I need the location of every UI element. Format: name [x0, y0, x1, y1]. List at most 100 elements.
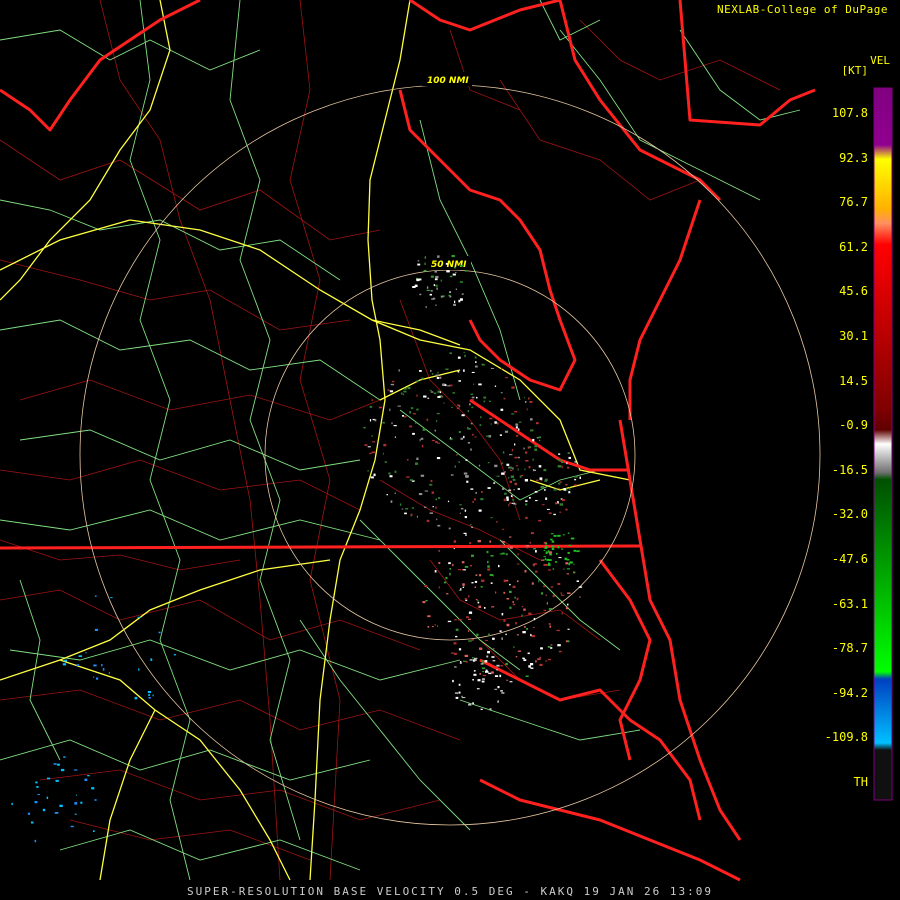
echo-pixel	[534, 445, 538, 448]
echo-pixel	[455, 288, 457, 290]
echo-pixel	[558, 650, 562, 653]
echo-pixel	[469, 524, 472, 526]
echo-pixel	[576, 580, 579, 582]
echo-pixel	[448, 527, 451, 530]
echo-pixel	[531, 635, 535, 638]
echo-pixel	[407, 459, 409, 461]
echo-pixel	[463, 351, 465, 353]
echo-pixel	[481, 491, 483, 493]
echo-pixel	[409, 411, 412, 414]
echo-pixel	[561, 548, 564, 550]
echo-pixel	[63, 756, 66, 758]
echo-pixel	[137, 616, 141, 618]
echo-pixel	[443, 581, 447, 584]
echo-pixel	[540, 647, 543, 650]
echo-pixel	[431, 491, 434, 494]
echo-pixel	[477, 601, 480, 604]
echo-pixel	[94, 628, 98, 631]
echo-pixel	[502, 541, 506, 543]
echo-pixel	[439, 376, 442, 379]
echo-pixel	[496, 664, 500, 667]
echo-pixel	[490, 582, 493, 584]
echo-pixel	[543, 469, 547, 472]
legend-tick: -47.6	[831, 552, 868, 566]
echo-pixel	[526, 628, 528, 630]
echo-pixel	[402, 415, 404, 417]
echo-pixel	[436, 287, 438, 290]
echo-pixel	[499, 434, 502, 436]
echo-pixel	[471, 639, 474, 641]
echo-pixel	[430, 391, 434, 393]
echo-pixel	[421, 377, 424, 380]
echo-pixel	[480, 498, 484, 501]
echo-pixel	[30, 821, 34, 824]
echo-pixel	[503, 498, 506, 502]
echo-pixel	[94, 799, 97, 801]
legend-tick: -63.1	[831, 596, 868, 611]
echo-pixel	[401, 508, 404, 510]
echo-pixel	[512, 603, 516, 606]
echo-pixel	[509, 590, 512, 593]
echo-pixel	[457, 569, 462, 571]
echo-pixel	[426, 418, 429, 421]
echo-pixel	[437, 390, 441, 393]
echo-pixel	[562, 534, 565, 536]
echo-pixel	[505, 633, 507, 636]
echo-pixel	[484, 639, 488, 641]
echo-pixel	[517, 428, 520, 431]
echo-pixel	[543, 563, 547, 566]
legend-tick: -16.5	[831, 462, 868, 477]
echo-pixel	[458, 431, 461, 433]
echo-pixel	[370, 476, 374, 479]
echo-pixel	[501, 367, 503, 370]
echo-pixel	[42, 808, 46, 812]
legend-tick: 92.3	[839, 150, 868, 165]
echo-pixel	[437, 255, 440, 258]
echo-pixel	[567, 592, 571, 594]
echo-pixel	[387, 389, 390, 391]
echo-pixel	[514, 596, 516, 599]
echo-pixel	[553, 535, 557, 537]
echo-pixel	[70, 825, 74, 828]
echo-pixel	[426, 519, 430, 522]
echo-pixel	[419, 293, 422, 296]
echo-pixel	[481, 363, 485, 366]
echo-pixel	[480, 586, 483, 588]
echo-pixel	[456, 454, 458, 456]
echo-pixel	[449, 352, 452, 355]
echo-pixel	[515, 622, 517, 625]
echo-pixel	[488, 633, 490, 636]
echo-pixel	[390, 500, 393, 503]
echo-pixel	[569, 561, 573, 564]
echo-pixel	[536, 479, 539, 481]
echo-pixel	[579, 596, 581, 598]
echo-pixel	[545, 660, 548, 662]
echo-pixel	[511, 413, 515, 415]
echo-pixel	[462, 583, 465, 586]
echo-pixel	[503, 397, 506, 400]
echo-pixel	[471, 406, 474, 409]
echo-pixel	[534, 448, 538, 451]
echo-pixel	[459, 662, 462, 664]
echo-pixel	[536, 422, 539, 425]
echo-pixel	[433, 392, 437, 395]
echo-pixel	[417, 260, 420, 262]
echo-pixel	[557, 582, 561, 585]
echo-pixel	[374, 418, 377, 422]
echo-pixel	[472, 679, 474, 681]
echo-pixel	[386, 494, 388, 496]
echo-pixel	[517, 468, 519, 471]
velocity-color-scale	[873, 87, 893, 801]
legend-tick: 61.2	[839, 239, 868, 254]
echo-pixel	[388, 472, 391, 475]
echo-pixel	[55, 779, 59, 782]
echo-pixel	[566, 488, 568, 491]
echo-pixel	[548, 608, 553, 610]
echo-pixel	[431, 439, 435, 442]
echo-pixel	[460, 588, 462, 591]
echo-pixel	[509, 681, 513, 683]
echo-pixel	[398, 369, 400, 372]
echo-pixel	[474, 580, 478, 583]
echo-pixel	[434, 270, 437, 273]
echo-pixel	[539, 439, 541, 441]
